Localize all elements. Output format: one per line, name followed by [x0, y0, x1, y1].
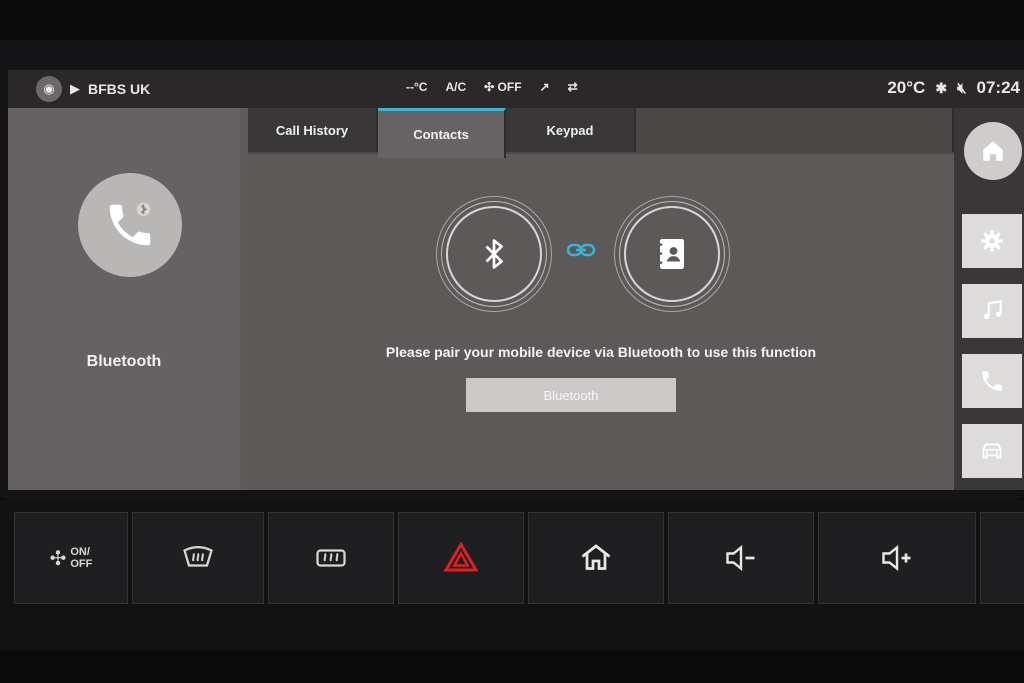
seat-airflow-icon: ↗	[539, 80, 550, 94]
vehicle-button[interactable]	[962, 424, 1022, 478]
bluetooth-label: Bluetooth	[86, 353, 162, 370]
tab-call-history[interactable]: Call History	[248, 108, 378, 152]
rear-defrost-key[interactable]	[268, 512, 394, 604]
windshield-defrost-key[interactable]	[132, 512, 264, 604]
station-name: BFBS UK	[88, 81, 151, 97]
bluetooth-status-icon: ✱	[935, 79, 948, 96]
mute-icon: 🔇︎	[957, 79, 967, 97]
radio-logo-icon: ◉	[36, 76, 62, 102]
fan-icon: ✣	[49, 547, 67, 570]
infotainment-screen: ◉ ▶ BFBS UK --°C A/C ✣ OFF ↗ ⇄ 20°C ✱ 🔇︎…	[8, 70, 1024, 490]
gear-icon	[981, 230, 1003, 252]
rear-defrost-icon	[316, 549, 346, 567]
phone-icon	[982, 371, 1002, 391]
fan-power-key[interactable]: ✣ ON/OFF	[14, 512, 128, 604]
phone-tabs: Call History Contacts Keypad	[248, 108, 954, 158]
home-outline-icon	[581, 544, 611, 570]
volume-down-key[interactable]	[668, 512, 814, 604]
hazard-icon	[443, 541, 479, 572]
fan-status: ✣ OFF	[484, 80, 521, 94]
volume-down-icon	[726, 545, 755, 571]
windshield-defrost-icon	[183, 546, 213, 567]
play-icon: ▶	[70, 81, 80, 96]
fan-icon: ✣	[484, 80, 495, 94]
fan-label: OFF	[497, 80, 522, 94]
tab-bar-filler	[636, 108, 954, 152]
home-key[interactable]	[528, 512, 664, 604]
home-button[interactable]	[964, 122, 1022, 180]
edge-key[interactable]	[980, 512, 1024, 604]
ac-label: A/C	[445, 80, 467, 94]
settings-button[interactable]	[962, 214, 1022, 268]
music-button[interactable]	[962, 284, 1022, 338]
link-icon	[566, 243, 596, 257]
car-icon	[982, 443, 1002, 459]
tab-keypad[interactable]: Keypad	[506, 108, 636, 152]
tab-contacts[interactable]: Contacts	[378, 108, 506, 158]
system-status: 20°C ✱ 🔇︎ 07:24	[887, 78, 1020, 98]
music-icon	[983, 299, 1002, 320]
media-status[interactable]: ◉ ▶ BFBS UK	[36, 76, 150, 102]
pairing-message: Please pair your mobile device via Bluet…	[385, 344, 817, 360]
outside-temp: 20°C	[887, 78, 926, 97]
bluetooth-icon	[485, 239, 503, 269]
status-bar: ◉ ▶ BFBS UK --°C A/C ✣ OFF ↗ ⇄ 20°C ✱ 🔇︎…	[8, 70, 1024, 108]
phone-content: Call History Contacts Keypad Please pair…	[248, 108, 954, 490]
volume-up-key[interactable]	[818, 512, 976, 604]
shortcut-sidebar	[954, 108, 1024, 490]
bluetooth-button[interactable]: Bluetooth	[466, 378, 676, 412]
home-icon	[983, 141, 1003, 161]
phone-source-panel[interactable]: Bluetooth	[8, 108, 240, 490]
contacts-ring	[624, 206, 720, 302]
volume-up-icon	[882, 545, 911, 571]
bluetooth-ring	[446, 206, 542, 302]
hazard-key[interactable]	[398, 512, 524, 604]
fan-power-label: ON/OFF	[70, 546, 93, 570]
contacts-book-icon	[657, 239, 684, 269]
bluetooth-phone-icon	[78, 173, 182, 277]
hardware-button-row: ✣ ON/OFF	[0, 500, 1024, 650]
clock: 07:24	[976, 78, 1020, 97]
car-recirculation-icon: ⇄	[567, 80, 578, 94]
temp-setting: --°C	[406, 80, 428, 94]
climate-status[interactable]: --°C A/C ✣ OFF ↗ ⇄	[406, 80, 578, 94]
phone-button[interactable]	[962, 354, 1022, 408]
